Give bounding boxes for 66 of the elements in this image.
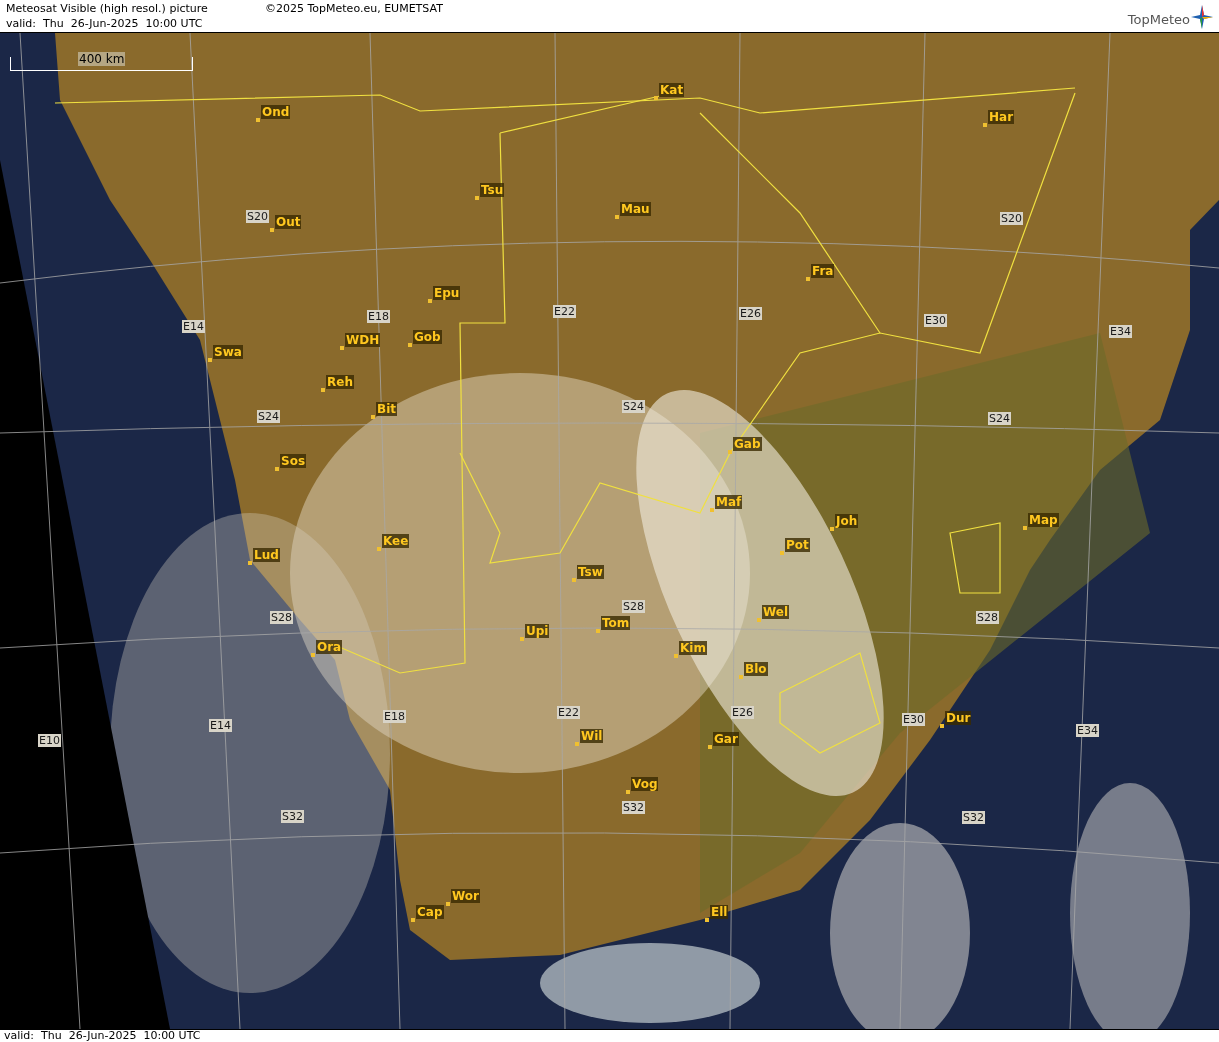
city-label: Kim	[679, 641, 707, 655]
city-label: Pot	[785, 538, 810, 552]
grid-label: S24	[622, 400, 645, 413]
city-label: Tsu	[480, 183, 505, 197]
scale-label: 400 km	[78, 52, 126, 66]
city-label: Ell	[710, 905, 729, 919]
city-label: Tom	[601, 616, 631, 630]
city-label: Maf	[715, 495, 743, 509]
grid-label: S24	[988, 412, 1011, 425]
grid-label: E14	[209, 719, 232, 732]
grid-label: S32	[962, 811, 985, 824]
city-label: Joh	[835, 514, 859, 528]
city-label: Wil	[580, 729, 604, 743]
city-label: Kat	[659, 83, 685, 97]
city-label: Ond	[261, 105, 291, 119]
grid-label: S32	[281, 810, 304, 823]
grid-label: E18	[383, 710, 406, 723]
grid-label: E34	[1109, 325, 1132, 338]
grid-label: S28	[622, 600, 645, 613]
city-label: Mau	[620, 202, 651, 216]
grid-label: E34	[1076, 724, 1099, 737]
city-label: Gob	[413, 330, 442, 344]
compass-star-icon	[1191, 5, 1213, 29]
grid-label: E10	[38, 734, 61, 747]
grid-label: S24	[257, 410, 280, 423]
city-label: Cap	[416, 905, 444, 919]
city-label: Reh	[326, 375, 354, 389]
city-label: Gab	[733, 437, 762, 451]
city-label: Gar	[713, 732, 739, 746]
city-label: Har	[988, 110, 1015, 124]
grid-label: E22	[553, 305, 576, 318]
grid-label: E22	[557, 706, 580, 719]
grid-label: S20	[1000, 212, 1023, 225]
valid-time: valid: Thu 26-Jun-2025 10:00 UTC	[6, 16, 204, 31]
city-label: Vog	[631, 777, 659, 791]
grid-label: E18	[367, 310, 390, 323]
city-label: Map	[1028, 513, 1059, 527]
city-label: Blo	[744, 662, 768, 676]
city-label: Dur	[945, 711, 972, 725]
grid-label: S28	[270, 611, 293, 624]
product-title: Meteosat Visible (high resol.) picture	[6, 1, 209, 16]
grid-label: E26	[739, 307, 762, 320]
city-label: Swa	[213, 345, 243, 359]
city-label: Sos	[280, 454, 307, 468]
grid-label: E26	[731, 706, 754, 719]
grid-label: E30	[902, 713, 925, 726]
grid-label: S20	[246, 210, 269, 223]
grid-label: E14	[182, 320, 205, 333]
city-label: Lud	[253, 548, 280, 562]
city-label: Bit	[376, 402, 397, 416]
city-label: Wor	[451, 889, 480, 903]
copyright-text: ©2025 TopMeteo.eu, EUMETSAT	[265, 1, 443, 16]
city-label: Wel	[762, 605, 790, 619]
city-label: Upi	[525, 624, 550, 638]
grid-label: E30	[924, 314, 947, 327]
city-label: Tsw	[577, 565, 604, 579]
grid-label: S32	[622, 801, 645, 814]
valid-time: valid: Thu 26-Jun-2025 10:00 UTC	[4, 1030, 201, 1042]
grid-label: S28	[976, 611, 999, 624]
logo-text: TopMeteo	[1127, 11, 1190, 29]
city-label: Fra	[811, 264, 835, 278]
city-label: Kee	[382, 534, 410, 548]
city-label: WDH	[345, 333, 381, 347]
city-label: Ora	[316, 640, 343, 654]
city-label: Out	[275, 215, 302, 229]
city-label: Epu	[433, 286, 461, 300]
